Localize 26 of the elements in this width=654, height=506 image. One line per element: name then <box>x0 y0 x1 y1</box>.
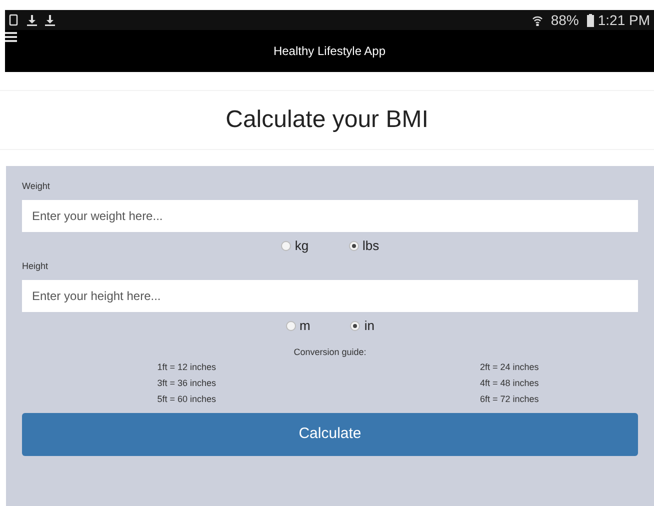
unit-radio[interactable]: kg <box>280 236 309 256</box>
battery-percent: 88% <box>550 10 579 30</box>
calculate-button[interactable]: Calculate <box>22 413 638 456</box>
clock: 1:21 PM <box>598 10 650 30</box>
wifi-icon <box>532 14 543 26</box>
unit-radio[interactable]: in <box>350 316 374 336</box>
input-field[interactable]: Enter your height here... <box>22 280 638 312</box>
conversion-text: 5ft = 60 inches <box>157 393 216 406</box>
conversion-text: 4ft = 48 inches <box>480 377 539 390</box>
unit-radio[interactable]: m <box>286 316 310 336</box>
download-icon <box>27 14 37 26</box>
unit-radio[interactable]: lbs <box>348 236 380 256</box>
conversion-text: 3ft = 36 inches <box>157 377 216 390</box>
battery-icon <box>586 14 594 26</box>
tablet-icon <box>9 14 19 26</box>
conversion-text: 6ft = 72 inches <box>480 393 539 406</box>
conversion-text: 2ft = 24 inches <box>480 361 539 374</box>
app-title: Healthy Lifestyle App <box>273 43 386 60</box>
input-field[interactable]: Enter your weight here... <box>22 200 638 232</box>
field-label: Weight <box>22 180 51 193</box>
page-heading: Calculate your BMI <box>226 105 428 135</box>
menu-icon[interactable] <box>5 32 17 42</box>
download-icon <box>45 14 55 26</box>
conversion-text: 1ft = 12 inches <box>157 361 216 374</box>
guide-title: Conversion guide: <box>292 346 368 359</box>
field-label: Height <box>22 260 50 273</box>
